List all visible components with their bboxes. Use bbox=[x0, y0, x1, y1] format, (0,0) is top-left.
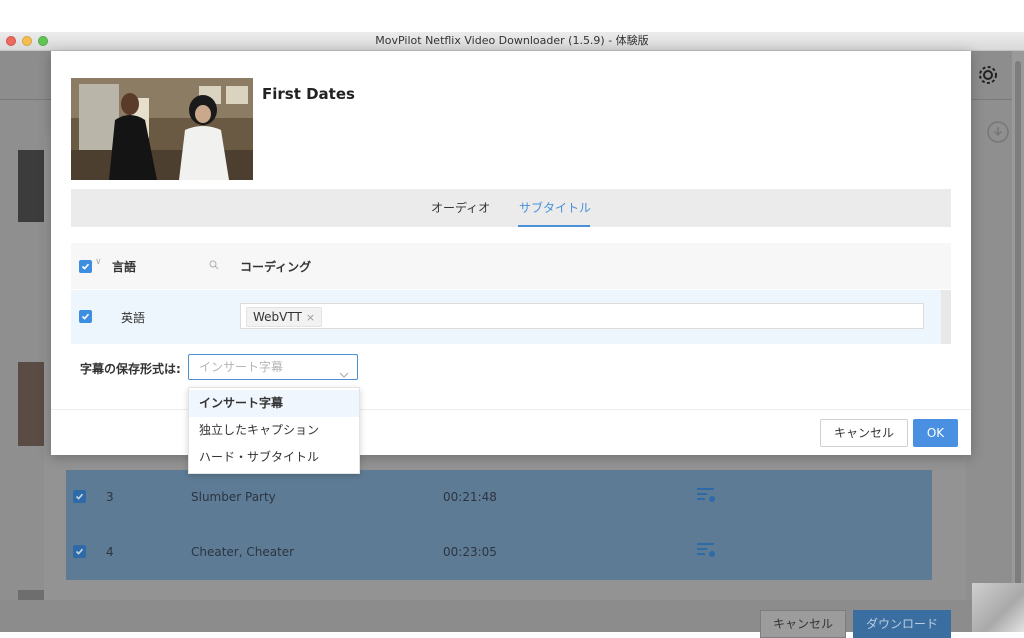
language-checkbox[interactable] bbox=[79, 310, 92, 323]
chip-remove-icon[interactable]: × bbox=[306, 311, 315, 324]
movie-title: First Dates bbox=[262, 85, 355, 103]
coding-chip-label: WebVTT bbox=[253, 310, 302, 324]
corner-thumbnail bbox=[972, 583, 1024, 632]
active-tab-indicator bbox=[518, 225, 590, 227]
search-icon[interactable] bbox=[209, 259, 219, 273]
minimize-window-icon[interactable] bbox=[22, 36, 32, 46]
app-scrollbar[interactable] bbox=[1012, 51, 1024, 632]
list-settings-icon[interactable] bbox=[696, 541, 718, 562]
chevron-down-icon bbox=[339, 363, 349, 387]
dropdown-option-insert-subtitle[interactable]: インサート字幕 bbox=[189, 390, 359, 417]
background-download-button[interactable]: ダウンロード bbox=[853, 610, 951, 638]
episode-list: 3 Slumber Party 00:21:48 4 Cheater, Chea… bbox=[66, 470, 932, 580]
column-header-coding: コーディング bbox=[240, 260, 312, 274]
save-format-placeholder: インサート字幕 bbox=[199, 360, 284, 374]
episode-row[interactable]: 3 Slumber Party 00:21:48 bbox=[66, 470, 932, 525]
episode-duration: 00:21:48 bbox=[443, 490, 497, 504]
window-controls bbox=[6, 36, 48, 46]
dropdown-option-independent-caption[interactable]: 独立したキャプション bbox=[189, 417, 359, 444]
episode-number: 3 bbox=[106, 490, 114, 504]
window-title: MovPilot Netflix Video Downloader (1.5.9… bbox=[375, 34, 649, 47]
ok-button[interactable]: OK bbox=[913, 419, 958, 447]
save-format-label: 字幕の保存形式は: bbox=[80, 362, 181, 376]
tab-subtitle[interactable]: サブタイトル bbox=[519, 189, 591, 227]
window-titlebar: MovPilot Netflix Video Downloader (1.5.9… bbox=[0, 32, 1024, 51]
tab-audio[interactable]: オーディオ bbox=[431, 189, 490, 227]
episode-duration: 00:23:05 bbox=[443, 545, 497, 559]
episode-checkbox[interactable] bbox=[73, 490, 86, 503]
movie-poster bbox=[71, 78, 253, 180]
close-window-icon[interactable] bbox=[6, 36, 16, 46]
column-header-language: 言語 bbox=[112, 260, 137, 274]
cancel-button[interactable]: キャンセル bbox=[820, 419, 908, 447]
save-format-select[interactable]: インサート字幕 bbox=[188, 354, 358, 380]
episode-number: 4 bbox=[106, 545, 114, 559]
episode-title: Cheater, Cheater bbox=[191, 545, 295, 559]
background-cancel-button[interactable]: キャンセル bbox=[760, 610, 846, 638]
subtitle-table-header: ∨ 言語 コーディング bbox=[71, 243, 951, 289]
chevron-down-icon[interactable]: ∨ bbox=[95, 257, 102, 267]
table-scrollbar[interactable] bbox=[941, 290, 951, 344]
language-name: 英語 bbox=[121, 311, 146, 325]
tab-bar: オーディオ サブタイトル bbox=[71, 189, 951, 227]
episode-thumbnail bbox=[18, 150, 44, 222]
download-circle-icon[interactable] bbox=[986, 120, 1010, 144]
list-settings-icon[interactable] bbox=[696, 486, 718, 507]
settings-gear-icon[interactable] bbox=[976, 63, 1000, 87]
episode-thumbnail bbox=[18, 362, 44, 446]
episode-row[interactable]: 4 Cheater, Cheater 00:23:05 bbox=[66, 525, 932, 580]
zoom-window-icon[interactable] bbox=[38, 36, 48, 46]
coding-chip: WebVTT × bbox=[246, 307, 323, 327]
coding-select-field[interactable]: WebVTT × bbox=[240, 303, 924, 329]
select-all-checkbox[interactable] bbox=[79, 260, 92, 273]
scrollbar-thumb[interactable] bbox=[1015, 61, 1021, 621]
dropdown-option-hard-subtitle[interactable]: ハード・サブタイトル bbox=[189, 444, 359, 471]
save-format-dropdown: インサート字幕 独立したキャプション ハード・サブタイトル bbox=[188, 387, 360, 474]
table-row: 英語 WebVTT × bbox=[71, 290, 951, 344]
episode-title: Slumber Party bbox=[191, 490, 276, 504]
episode-checkbox[interactable] bbox=[73, 545, 86, 558]
